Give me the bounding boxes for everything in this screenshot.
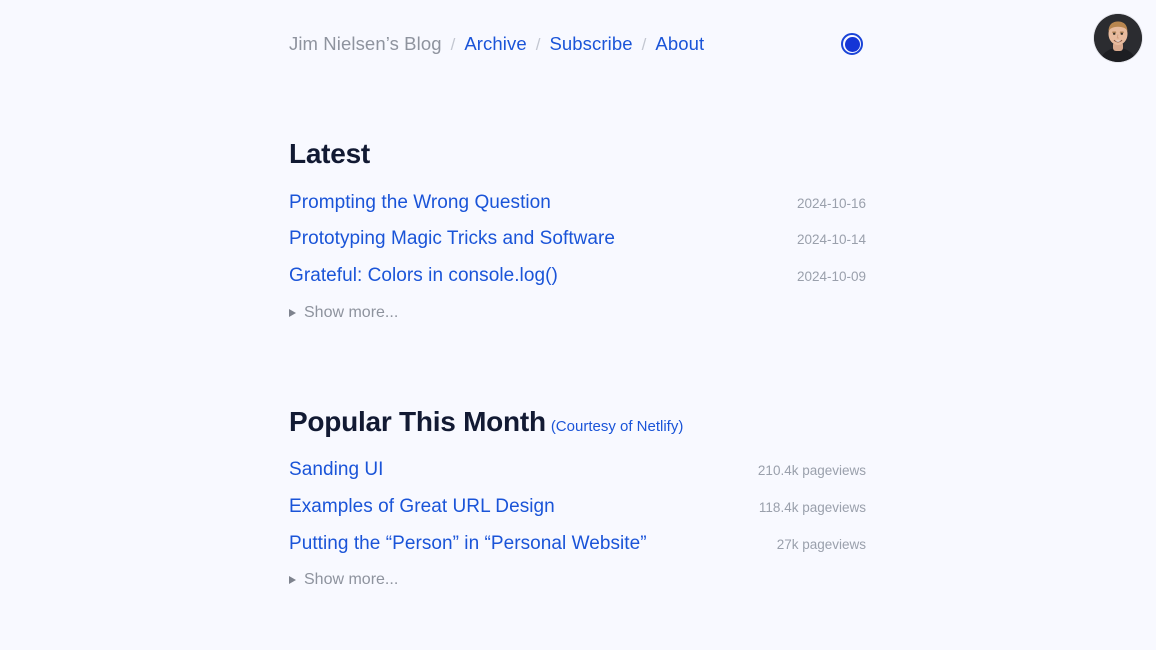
popular-heading-subtitle: (Courtesy of Netlify) xyxy=(550,417,684,435)
popular-heading-text: Popular This Month xyxy=(289,405,546,437)
list-item: Grateful: Colors in console.log() 2024-1… xyxy=(289,258,866,295)
list-item: Examples of Great URL Design 118.4k page… xyxy=(289,489,866,526)
latest-show-more-label: Show more... xyxy=(304,303,399,321)
nav-link-archive[interactable]: Archive xyxy=(464,34,526,54)
page-container: Jim Nielsen’s Blog / Archive / Subscribe… xyxy=(0,0,1156,589)
post-link[interactable]: Sanding UI xyxy=(289,458,384,483)
latest-show-more-toggle[interactable]: Show more... xyxy=(289,304,866,322)
theme-toggle-circle-icon xyxy=(844,36,860,52)
post-date: 2024-10-09 xyxy=(796,268,866,284)
breadcrumb: Jim Nielsen’s Blog / Archive / Subscribe… xyxy=(289,32,704,54)
breadcrumb-separator: / xyxy=(641,34,647,54)
post-pageviews: 118.4k pageviews xyxy=(758,499,866,515)
latest-heading-text: Latest xyxy=(289,138,370,169)
breadcrumb-site-title: Jim Nielsen’s Blog xyxy=(289,32,442,54)
popular-show-more-label: Show more... xyxy=(304,571,399,589)
section-latest: Latest Prompting the Wrong Question 2024… xyxy=(289,137,866,322)
post-pageviews: 27k pageviews xyxy=(776,536,866,552)
nav-link-about[interactable]: About xyxy=(655,34,704,54)
post-link[interactable]: Examples of Great URL Design xyxy=(289,495,555,520)
post-link[interactable]: Prompting the Wrong Question xyxy=(289,191,551,216)
popular-post-list: Sanding UI 210.4k pageviews Examples of … xyxy=(289,452,866,562)
avatar-photo-icon xyxy=(1094,14,1142,62)
popular-show-more-toggle[interactable]: Show more... xyxy=(289,571,866,589)
disclosure-triangle-icon xyxy=(289,576,296,585)
list-item: Prototyping Magic Tricks and Software 20… xyxy=(289,221,866,258)
list-item: Prompting the Wrong Question 2024-10-16 xyxy=(289,185,866,222)
avatar[interactable] xyxy=(1094,14,1142,62)
post-link[interactable]: Prototyping Magic Tricks and Software xyxy=(289,227,615,252)
nav-link-subscribe[interactable]: Subscribe xyxy=(549,34,632,54)
post-date: 2024-10-16 xyxy=(796,195,866,211)
latest-post-list: Prompting the Wrong Question 2024-10-16 … xyxy=(289,185,866,295)
post-link[interactable]: Putting the “Person” in “Personal Websit… xyxy=(289,532,647,557)
popular-heading: Popular This Month (Courtesy of Netlify) xyxy=(289,405,866,439)
post-date: 2024-10-14 xyxy=(796,232,866,248)
theme-toggle-button[interactable] xyxy=(841,33,863,55)
post-pageviews: 210.4k pageviews xyxy=(757,463,866,479)
breadcrumb-separator: / xyxy=(450,34,456,54)
post-link[interactable]: Grateful: Colors in console.log() xyxy=(289,264,558,289)
header: Jim Nielsen’s Blog / Archive / Subscribe… xyxy=(289,0,866,55)
breadcrumb-separator: / xyxy=(535,34,541,54)
latest-heading: Latest xyxy=(289,137,866,171)
disclosure-triangle-icon xyxy=(289,308,296,317)
list-item: Sanding UI 210.4k pageviews xyxy=(289,452,866,489)
section-popular-this-month: Popular This Month (Courtesy of Netlify) … xyxy=(289,405,866,590)
list-item: Putting the “Person” in “Personal Websit… xyxy=(289,526,866,563)
